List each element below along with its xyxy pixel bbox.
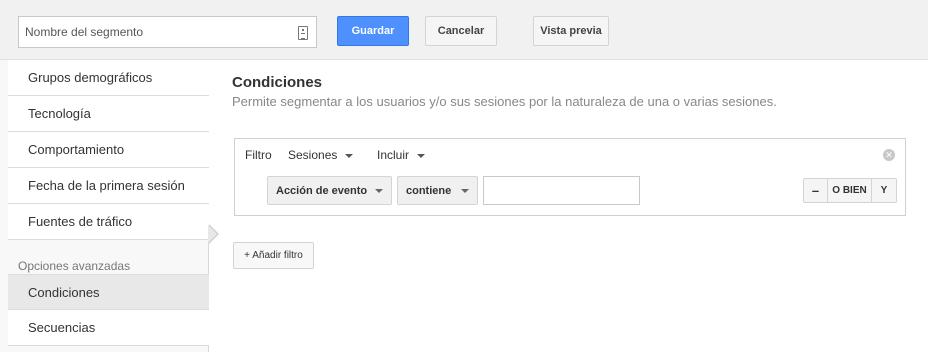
active-indicator [208,225,217,243]
mode-value: Incluir [377,148,410,162]
preview-button[interactable]: Vista previa [533,16,609,46]
segment-name-input[interactable] [19,17,289,47]
save-button[interactable]: Guardar [337,16,409,46]
sidebar-item-first-session-date[interactable]: Fecha de la primera sesión [8,168,209,204]
filter-label: Filtro [245,148,272,162]
segment-name-field[interactable] [18,16,317,48]
sidebar-item-demographics[interactable]: Grupos demográficos [8,60,209,96]
chevron-down-icon [461,189,469,193]
and-condition-button[interactable]: Y [872,179,896,202]
operator-value: contiene [406,184,452,197]
sidebar: Grupos demográficos Tecnología Comportam… [0,60,209,352]
mode-dropdown[interactable]: Incluir [377,148,426,162]
scope-value: Sesiones [288,148,338,162]
page-title: Condiciones [232,74,323,91]
operator-select[interactable]: contiene [397,176,478,205]
sidebar-item-sequences[interactable]: Secuencias [8,310,209,346]
dimension-value: Acción de evento [276,184,368,197]
chevron-down-icon [345,153,354,158]
remove-condition-button[interactable]: – [804,179,828,202]
advanced-options-header: Opciones avanzadas [18,259,131,273]
cancel-button[interactable]: Cancelar [425,16,497,46]
page-subtitle: Permite segmentar a los usuarios y/o sus… [232,94,777,109]
filter-panel: Filtro Sesiones Incluir ✕ Acción de even… [234,138,906,216]
add-filter-button[interactable]: + Añadir filtro [233,242,314,269]
segment-editor-toolbar: Guardar Cancelar Vista previa [0,0,928,60]
dimension-select[interactable]: Acción de evento [267,176,392,205]
sidebar-item-technology[interactable]: Tecnología [8,96,209,132]
sidebar-item-traffic-sources[interactable]: Fuentes de tráfico [8,204,209,240]
filter-value-input[interactable] [483,176,640,205]
or-condition-button[interactable]: O BIEN [828,179,872,202]
chevron-down-icon [375,189,383,193]
condition-button-group: – O BIEN Y [803,178,897,203]
sidebar-item-conditions[interactable]: Condiciones [8,274,209,310]
close-circle-icon[interactable]: ✕ [883,149,895,161]
scope-dropdown[interactable]: Sesiones [288,148,354,162]
chevron-down-icon [417,153,426,158]
form-field-icon [298,26,308,40]
sidebar-item-behavior[interactable]: Comportamiento [8,132,209,168]
